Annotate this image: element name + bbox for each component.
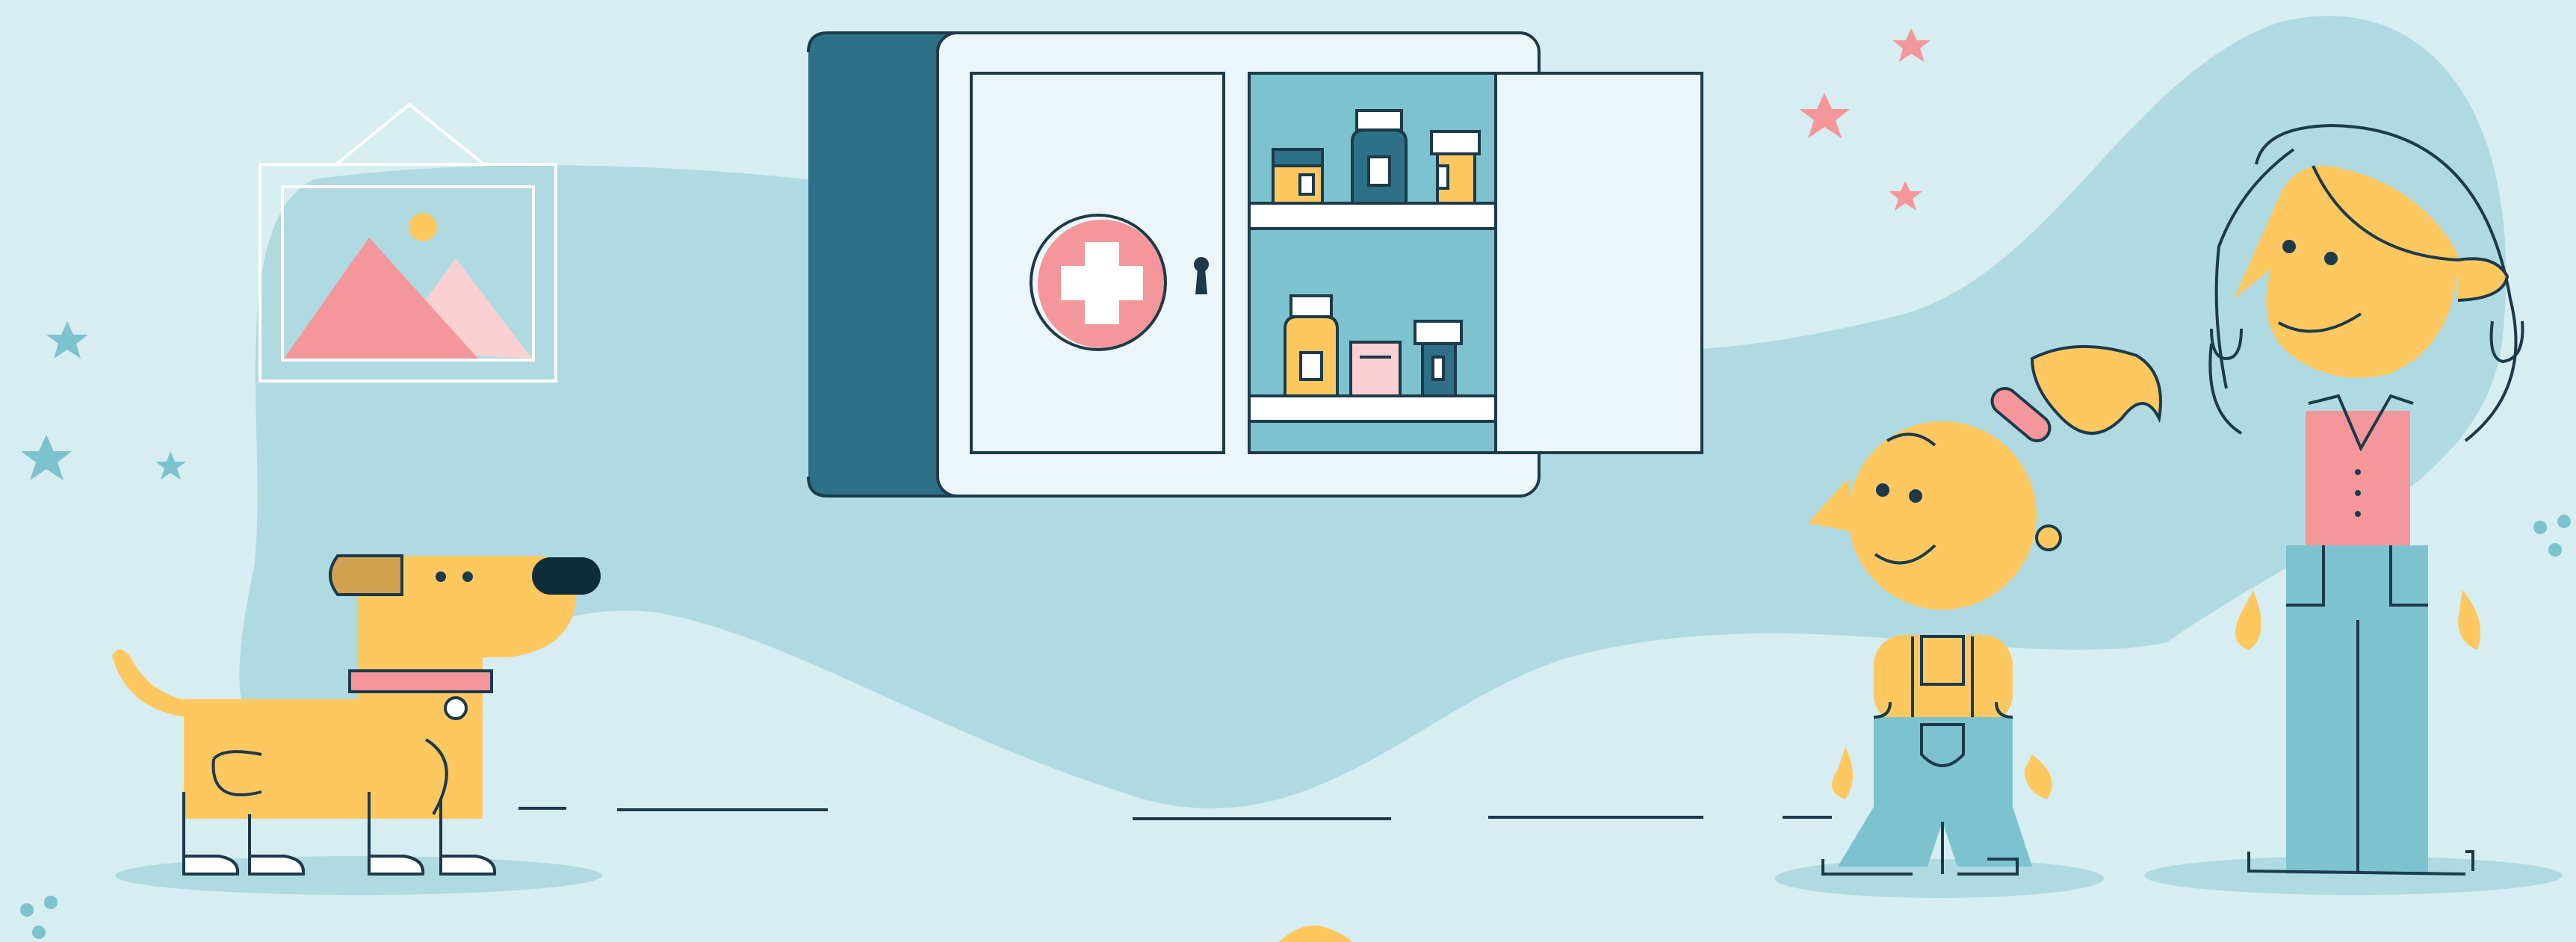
dog-eye xyxy=(436,571,446,582)
dog-nose xyxy=(532,557,601,595)
illustration-scene xyxy=(0,0,2576,942)
dog-ear xyxy=(329,554,403,596)
dog-body xyxy=(184,699,483,819)
dog-eye xyxy=(462,571,473,582)
girl-head xyxy=(1848,421,2037,610)
dog-collar xyxy=(348,669,493,693)
cabinet-door-right xyxy=(1494,72,1703,454)
woman-shirt xyxy=(2306,411,2410,545)
shelf-top xyxy=(1248,202,1497,230)
medicine-cabinet xyxy=(807,31,1703,498)
dog-tag xyxy=(444,696,468,720)
shelf-bottom xyxy=(1248,394,1497,423)
